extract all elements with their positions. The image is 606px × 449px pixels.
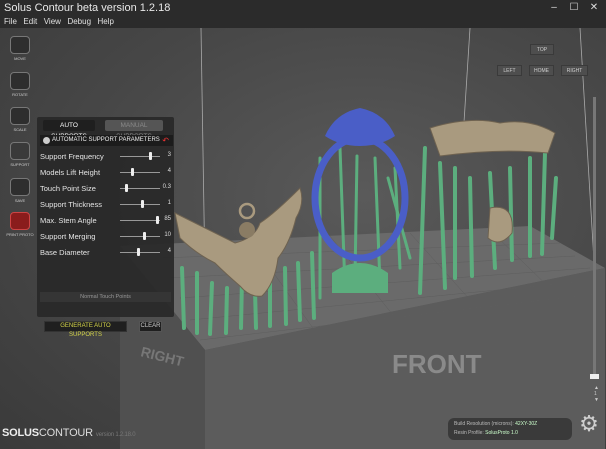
param-name: Support Thickness — [40, 200, 102, 209]
menu-debug[interactable]: Debug — [67, 17, 91, 26]
param-slider[interactable] — [120, 236, 160, 237]
layer-slider-controls: ▲ 1 ▼ — [594, 385, 599, 403]
param-value: 0.3 — [162, 184, 171, 190]
brand-solus: SOLUS — [2, 427, 39, 439]
menu-help[interactable]: Help — [98, 17, 114, 26]
scale-label: SCALE — [13, 127, 27, 132]
param-knob[interactable] — [124, 184, 128, 192]
param-row: Support Frequency 3 — [40, 150, 173, 163]
scale-tool[interactable]: SCALE — [6, 104, 34, 134]
print-label: PRINT PROTO — [6, 232, 34, 237]
param-knob[interactable] — [156, 216, 160, 224]
param-name: Touch Point Size — [40, 184, 96, 193]
clear-button[interactable]: CLEAR — [139, 321, 162, 332]
slider-down-icon[interactable]: ▼ — [594, 397, 599, 403]
save-label: SAVE — [14, 198, 26, 203]
brand-version: version 1.2.18.0 — [95, 432, 136, 438]
move-icon — [10, 36, 30, 54]
save-tool[interactable]: SAVE — [6, 175, 34, 205]
param-row: Base Diameter 4 — [40, 246, 173, 259]
param-knob[interactable] — [142, 232, 146, 240]
front-label: FRONT — [392, 349, 482, 379]
rotate-tool[interactable]: ROTATE — [6, 69, 34, 99]
move-tool[interactable]: MOVE — [6, 33, 34, 63]
param-row: Models Lift Height 4 — [40, 166, 173, 179]
scale-icon — [10, 107, 30, 125]
menu-view[interactable]: View — [44, 17, 61, 26]
param-value: 10 — [164, 232, 171, 238]
expand-icon[interactable] — [43, 137, 50, 144]
minimize-button[interactable]: – — [546, 1, 562, 14]
rotate-label: ROTATE — [12, 92, 28, 97]
param-name: Support Frequency — [40, 152, 104, 161]
generate-auto-supports-button[interactable]: GENERATE AUTO SUPPORTS — [44, 321, 127, 338]
support-panel: AUTO SUPPORTS MANUAL SUPPORTS AUTOMATIC … — [37, 117, 174, 317]
param-knob[interactable] — [148, 152, 152, 160]
resolution-label: Build Resolution (microns): — [454, 421, 514, 427]
brand-contour: CONTOUR — [38, 427, 93, 439]
param-name: Models Lift Height — [40, 168, 101, 177]
window-title: Solus Contour beta version 1.2.18 — [4, 2, 171, 14]
print-icon — [10, 212, 30, 230]
normal-touch-points-button[interactable]: Normal Touch Points — [40, 292, 171, 302]
param-value: 1 — [167, 200, 171, 206]
tab-auto-supports[interactable]: AUTO SUPPORTS — [43, 120, 95, 140]
param-name: Base Diameter — [40, 248, 90, 257]
param-value: 3 — [167, 152, 171, 158]
param-value: 4 — [167, 248, 171, 254]
param-row: Support Merging 10 — [40, 230, 173, 243]
param-slider[interactable] — [120, 156, 160, 157]
folder-icon — [10, 178, 30, 196]
profile-label: Resin Profile: — [454, 430, 484, 436]
menu-edit[interactable]: Edit — [23, 17, 37, 26]
rotate-icon — [10, 72, 30, 90]
sculpture-model — [429, 119, 556, 243]
param-knob[interactable] — [137, 248, 141, 256]
profile-value: SolusProto 1.0 — [485, 430, 518, 436]
param-name: Max. Stem Angle — [40, 216, 97, 225]
param-row: Touch Point Size 0.3 — [40, 182, 173, 195]
param-name: Support Merging — [40, 232, 96, 241]
title-bar: Solus Contour beta version 1.2.18 – ☐ ✕ — [0, 0, 606, 16]
tab-manual-supports[interactable]: MANUAL SUPPORTS — [105, 120, 163, 140]
settings-gear-icon[interactable]: ⚙ — [578, 413, 600, 435]
print-tool[interactable]: PRINT PROTO — [6, 209, 34, 239]
reset-icon[interactable]: ↶ — [162, 135, 169, 146]
maximize-button[interactable]: ☐ — [566, 1, 582, 14]
param-value: 4 — [167, 168, 171, 174]
param-slider[interactable] — [120, 172, 160, 173]
layer-slider[interactable] — [590, 97, 599, 379]
brand-logo: SOLUSCONTOUR version 1.2.18.0 — [2, 427, 136, 439]
profile-row: Resin Profile: SolusProto 1.0 — [454, 430, 518, 436]
view-home-button[interactable]: HOME — [529, 65, 554, 76]
param-knob[interactable] — [131, 168, 135, 176]
view-top-button[interactable]: TOP — [530, 44, 554, 55]
close-button[interactable]: ✕ — [586, 1, 602, 14]
layer-slider-thumb[interactable] — [590, 374, 599, 379]
menu-bar: File Edit View Debug Help — [0, 16, 606, 28]
menu-file[interactable]: File — [4, 17, 17, 26]
param-row: Max. Stem Angle 85 — [40, 214, 173, 227]
support-icon — [10, 142, 30, 160]
params-header: AUTOMATIC SUPPORT PARAMETERS ↶ — [40, 135, 173, 146]
view-right-button[interactable]: RIGHT — [561, 65, 588, 76]
support-tool[interactable]: SUPPORT — [6, 139, 34, 169]
param-knob[interactable] — [140, 200, 144, 208]
support-label: SUPPORT — [10, 162, 30, 167]
param-slider[interactable] — [120, 220, 160, 221]
view-left-button[interactable]: LEFT — [497, 65, 522, 76]
param-value: 85 — [164, 216, 171, 222]
params-header-label: AUTOMATIC SUPPORT PARAMETERS — [52, 137, 160, 143]
move-label: MOVE — [14, 56, 26, 61]
param-row: Support Thickness 1 — [40, 198, 173, 211]
resolution-value: 42XY-30Z — [515, 421, 538, 427]
build-info: Build Resolution (microns): 42XY-30Z Res… — [448, 418, 572, 440]
resolution-row: Build Resolution (microns): 42XY-30Z — [454, 421, 537, 427]
